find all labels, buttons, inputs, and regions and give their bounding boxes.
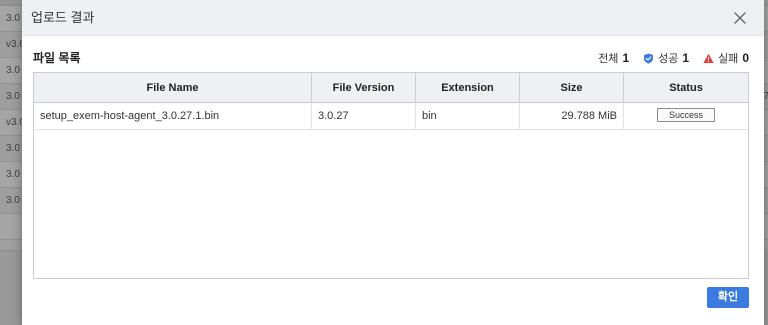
upload-summary: 전체 1 성공 1 실패 0 (598, 50, 749, 66)
column-header-status[interactable]: Status (624, 73, 748, 103)
column-header-file-name[interactable]: File Name (34, 73, 312, 103)
upload-result-dialog: 업로드 결과 파일 목록 전체 1 성공 1 실패 0 File Name Fi… (22, 0, 764, 325)
summary-total-label: 전체 (598, 53, 619, 65)
column-header-size[interactable]: Size (520, 73, 624, 103)
summary-total-count: 1 (622, 51, 630, 65)
summary-success-count: 1 (682, 51, 690, 65)
close-icon[interactable] (733, 11, 747, 25)
cell-status: Success (624, 104, 748, 129)
grid-header: File Name File Version Extension Size St… (34, 73, 748, 103)
cell-file-version: 3.0.27 (312, 104, 416, 129)
dialog-header: 업로드 결과 (22, 0, 764, 36)
summary-fail-count: 0 (742, 51, 749, 65)
warning-triangle-icon (703, 53, 714, 64)
summary-fail-label: 실패 (718, 53, 739, 65)
cell-file-name: setup_exem-host-agent_3.0.27.1.bin (34, 104, 312, 129)
column-header-extension[interactable]: Extension (416, 73, 520, 103)
summary-fail: 실패 0 (703, 50, 749, 66)
table-row[interactable]: setup_exem-host-agent_3.0.27.1.bin 3.0.2… (34, 104, 748, 130)
summary-total: 전체 1 (598, 50, 629, 66)
shield-check-icon (643, 53, 654, 64)
cell-size: 29.788 MiB (520, 104, 624, 129)
dialog-title: 업로드 결과 (31, 10, 95, 25)
cell-extension: bin (416, 104, 520, 129)
confirm-button[interactable]: 확인 (707, 287, 749, 308)
file-list-title: 파일 목록 (33, 51, 81, 65)
column-header-file-version[interactable]: File Version (312, 73, 416, 103)
summary-success: 성공 1 (643, 50, 689, 66)
file-list-grid: File Name File Version Extension Size St… (33, 72, 749, 279)
status-badge: Success (657, 108, 715, 123)
summary-success-label: 성공 (658, 53, 679, 65)
